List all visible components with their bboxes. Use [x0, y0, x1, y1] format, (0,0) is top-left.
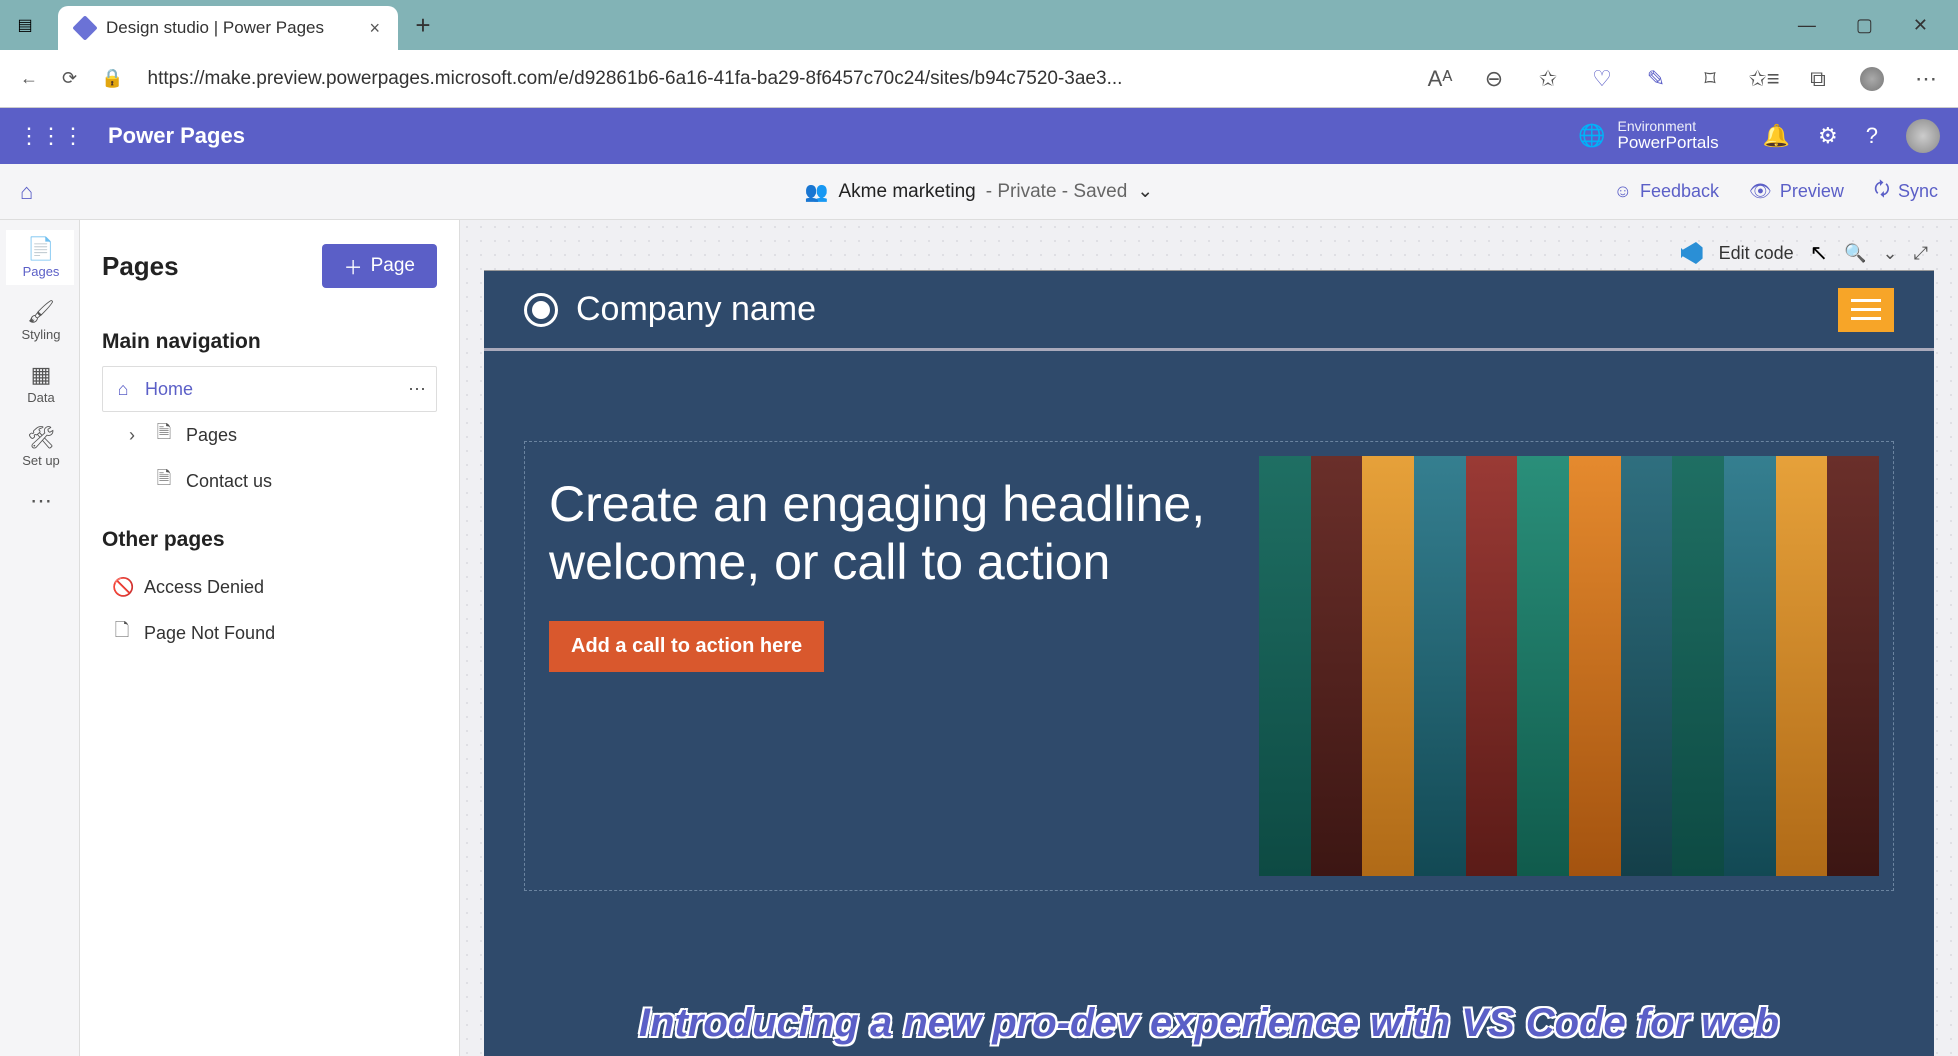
browser-tab[interactable]: Design studio | Power Pages × [58, 6, 398, 50]
heart-icon[interactable]: ♡ [1590, 67, 1614, 91]
nav-contact[interactable]: › 🗎 Contact us [102, 458, 437, 504]
promo-banner: Introducing a new pro-dev experience wit… [484, 1001, 1934, 1046]
more-icon[interactable]: ⋯ [1914, 67, 1938, 91]
brush-icon: 🖌 [27, 299, 55, 325]
home-page-icon: ⌂ [113, 379, 133, 400]
nav-access-denied[interactable]: 🚫 Access Denied [102, 564, 437, 610]
rail-data[interactable]: ▦Data [6, 356, 74, 411]
item-more-icon[interactable]: ⋯ [408, 379, 426, 400]
nav-home[interactable]: ⌂ Home ⋯ [102, 366, 437, 412]
edit-code-button[interactable]: Edit code [1719, 243, 1794, 264]
profile-icon[interactable] [1860, 67, 1884, 91]
page-icon: 📄 [27, 236, 54, 262]
help-icon[interactable]: ? [1866, 123, 1878, 149]
site-logo-icon [524, 293, 558, 327]
denied-icon: 🚫 [112, 577, 132, 598]
vscode-icon [1681, 242, 1703, 264]
sync-button[interactable]: 🗘Sync [1874, 177, 1938, 207]
page-icon: 🗎 [154, 420, 174, 450]
site-picker[interactable]: 👥 Akme marketing - Private - Saved ⌄ [805, 180, 1153, 204]
rail-pages[interactable]: 📄Pages [6, 230, 74, 285]
people-icon: 👥 [805, 180, 829, 204]
app-launcher-icon[interactable]: ⋮⋮⋮ [18, 123, 84, 149]
table-icon: ▦ [31, 362, 52, 388]
notifications-icon[interactable]: 🔔 [1763, 123, 1790, 149]
rail-styling[interactable]: 🖌Styling [6, 293, 74, 348]
section-other-pages: Other pages [102, 528, 437, 552]
nav-not-found[interactable]: 🗋 Page Not Found [102, 610, 437, 656]
zoom-in-icon[interactable]: 🔍 [1844, 243, 1866, 264]
new-tab-button[interactable]: + [408, 10, 438, 41]
gear-icon: 🛠 [27, 425, 55, 451]
favicon-icon [72, 15, 97, 40]
add-page-button[interactable]: ＋Page [322, 244, 437, 288]
app-title: Power Pages [108, 123, 245, 149]
feedback-button[interactable]: ☺Feedback [1614, 181, 1719, 202]
chevron-down-icon[interactable]: ⌄ [1883, 243, 1898, 264]
page-canvas[interactable]: Company name Create an engaging headline… [484, 270, 1934, 1056]
plus-icon: ＋ [344, 253, 363, 280]
chevron-right-icon[interactable]: › [122, 425, 142, 446]
home-icon[interactable]: ⌂ [20, 179, 33, 205]
section-main-nav: Main navigation [102, 330, 437, 354]
ellipsis-icon: ⋯ [30, 488, 52, 514]
read-aloud-icon[interactable]: Aᴬ [1428, 67, 1452, 91]
hero-image[interactable] [1259, 456, 1879, 876]
settings-icon[interactable]: ⚙ [1818, 123, 1838, 149]
lock-icon: 🔒 [101, 68, 123, 89]
globe-icon: 🌐 [1578, 123, 1605, 149]
chevron-down-icon[interactable]: ⌄ [1137, 180, 1153, 203]
hero-section[interactable]: Create an engaging headline, welcome, or… [524, 441, 1894, 891]
cursor-icon: ↖ [1810, 240, 1828, 266]
preview-button[interactable]: 👁Preview [1749, 181, 1844, 202]
tab-actions-icon[interactable]: ▤ [10, 10, 40, 40]
extensions-icon[interactable]: ⌑ [1698, 67, 1722, 91]
avatar[interactable] [1906, 119, 1940, 153]
panel-title: Pages [102, 251, 179, 282]
close-window-icon[interactable]: ✕ [1913, 15, 1928, 36]
collections-icon[interactable]: ⧉ [1806, 67, 1830, 91]
close-tab-icon[interactable]: × [369, 18, 380, 39]
favorites-list-icon[interactable]: ✩≡ [1752, 67, 1776, 91]
minimize-icon[interactable]: — [1798, 15, 1816, 36]
missing-page-icon: 🗋 [112, 618, 132, 648]
company-name[interactable]: Company name [576, 290, 816, 329]
environment-picker[interactable]: Environment PowerPortals [1618, 119, 1719, 153]
edit-icon[interactable]: ✎ [1644, 67, 1668, 91]
cta-button[interactable]: Add a call to action here [549, 621, 824, 672]
hamburger-menu-icon[interactable] [1838, 288, 1894, 332]
maximize-icon[interactable]: ▢ [1856, 15, 1873, 36]
hero-headline[interactable]: Create an engaging headline, welcome, or… [549, 476, 1229, 591]
favorite-icon[interactable]: ✩ [1536, 67, 1560, 91]
eye-icon: 👁 [1749, 181, 1772, 202]
feedback-icon: ☺ [1614, 181, 1632, 202]
zoom-icon[interactable]: ⊖ [1482, 67, 1506, 91]
fullscreen-icon[interactable]: ⤢ [1914, 243, 1928, 264]
back-icon[interactable]: ← [20, 68, 38, 89]
sync-icon: 🗘 [1874, 177, 1890, 207]
rail-setup[interactable]: 🛠Set up [6, 419, 74, 474]
tab-title: Design studio | Power Pages [106, 18, 324, 38]
address-bar[interactable]: https://make.preview.powerpages.microsof… [148, 68, 1123, 90]
rail-more[interactable]: ⋯ [6, 482, 74, 520]
page-icon: 🗎 [154, 466, 174, 496]
refresh-icon[interactable]: ⟳ [62, 68, 77, 89]
nav-pages[interactable]: › 🗎 Pages [102, 412, 437, 458]
